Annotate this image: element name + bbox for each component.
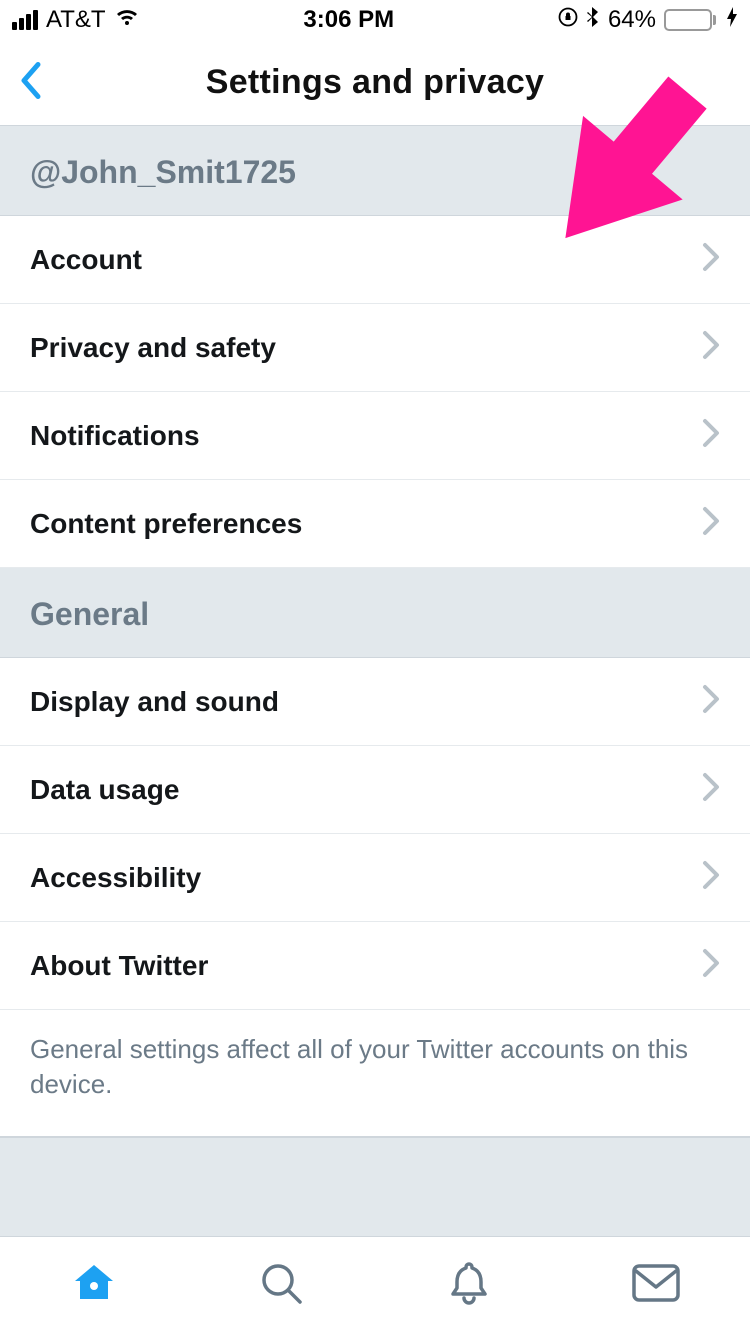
section-header-user: @John_Smit1725 — [0, 126, 750, 216]
battery-pct: 64% — [608, 6, 656, 34]
tab-search[interactable] — [188, 1237, 376, 1334]
chevron-right-icon — [702, 860, 720, 895]
user-handle: @John_Smit1725 — [30, 154, 720, 191]
battery-icon — [664, 9, 716, 31]
charging-icon — [726, 6, 738, 34]
orientation-lock-icon — [558, 6, 578, 34]
row-label: Privacy and safety — [30, 332, 276, 364]
row-notifications[interactable]: Notifications — [0, 392, 750, 480]
signal-icon — [12, 10, 38, 30]
row-label: Accessibility — [30, 862, 201, 894]
bottom-spacer — [0, 1137, 750, 1236]
row-label: Account — [30, 244, 142, 276]
group-user: Account Privacy and safety Notifications… — [0, 216, 750, 568]
chevron-right-icon — [702, 772, 720, 807]
mail-icon — [631, 1263, 681, 1308]
status-right: 64% — [558, 6, 738, 35]
status-time: 3:06 PM — [303, 6, 394, 34]
bell-icon — [447, 1260, 491, 1311]
chevron-right-icon — [702, 418, 720, 453]
tab-home[interactable] — [0, 1237, 188, 1334]
back-button[interactable] — [18, 60, 42, 105]
chevron-right-icon — [702, 948, 720, 983]
home-icon — [71, 1261, 117, 1310]
tab-notifications[interactable] — [375, 1237, 563, 1334]
chevron-right-icon — [702, 506, 720, 541]
bluetooth-icon — [586, 6, 600, 35]
row-display-sound[interactable]: Display and sound — [0, 658, 750, 746]
row-label: About Twitter — [30, 950, 208, 982]
chevron-right-icon — [702, 330, 720, 365]
row-account[interactable]: Account — [0, 216, 750, 304]
section-title: General — [30, 596, 720, 633]
group-general: Display and sound Data usage Accessibili… — [0, 658, 750, 1010]
tab-messages[interactable] — [563, 1237, 750, 1334]
section-header-general: General — [0, 568, 750, 658]
row-accessibility[interactable]: Accessibility — [0, 834, 750, 922]
tab-bar — [0, 1236, 750, 1334]
chevron-right-icon — [702, 242, 720, 277]
carrier-label: AT&T — [46, 6, 106, 34]
row-label: Display and sound — [30, 686, 279, 718]
page-title: Settings and privacy — [206, 63, 545, 102]
chevron-right-icon — [702, 684, 720, 719]
row-data-usage[interactable]: Data usage — [0, 746, 750, 834]
status-left: AT&T — [12, 6, 140, 34]
row-label: Notifications — [30, 420, 200, 452]
general-footnote: General settings affect all of your Twit… — [0, 1010, 750, 1137]
status-bar: AT&T 3:06 PM 64% — [0, 0, 750, 40]
row-content-preferences[interactable]: Content preferences — [0, 480, 750, 568]
nav-header: Settings and privacy — [0, 40, 750, 126]
row-privacy-safety[interactable]: Privacy and safety — [0, 304, 750, 392]
wifi-icon — [114, 6, 140, 34]
row-label: Data usage — [30, 774, 179, 806]
search-icon — [258, 1260, 304, 1311]
row-label: Content preferences — [30, 508, 302, 540]
row-about-twitter[interactable]: About Twitter — [0, 922, 750, 1010]
